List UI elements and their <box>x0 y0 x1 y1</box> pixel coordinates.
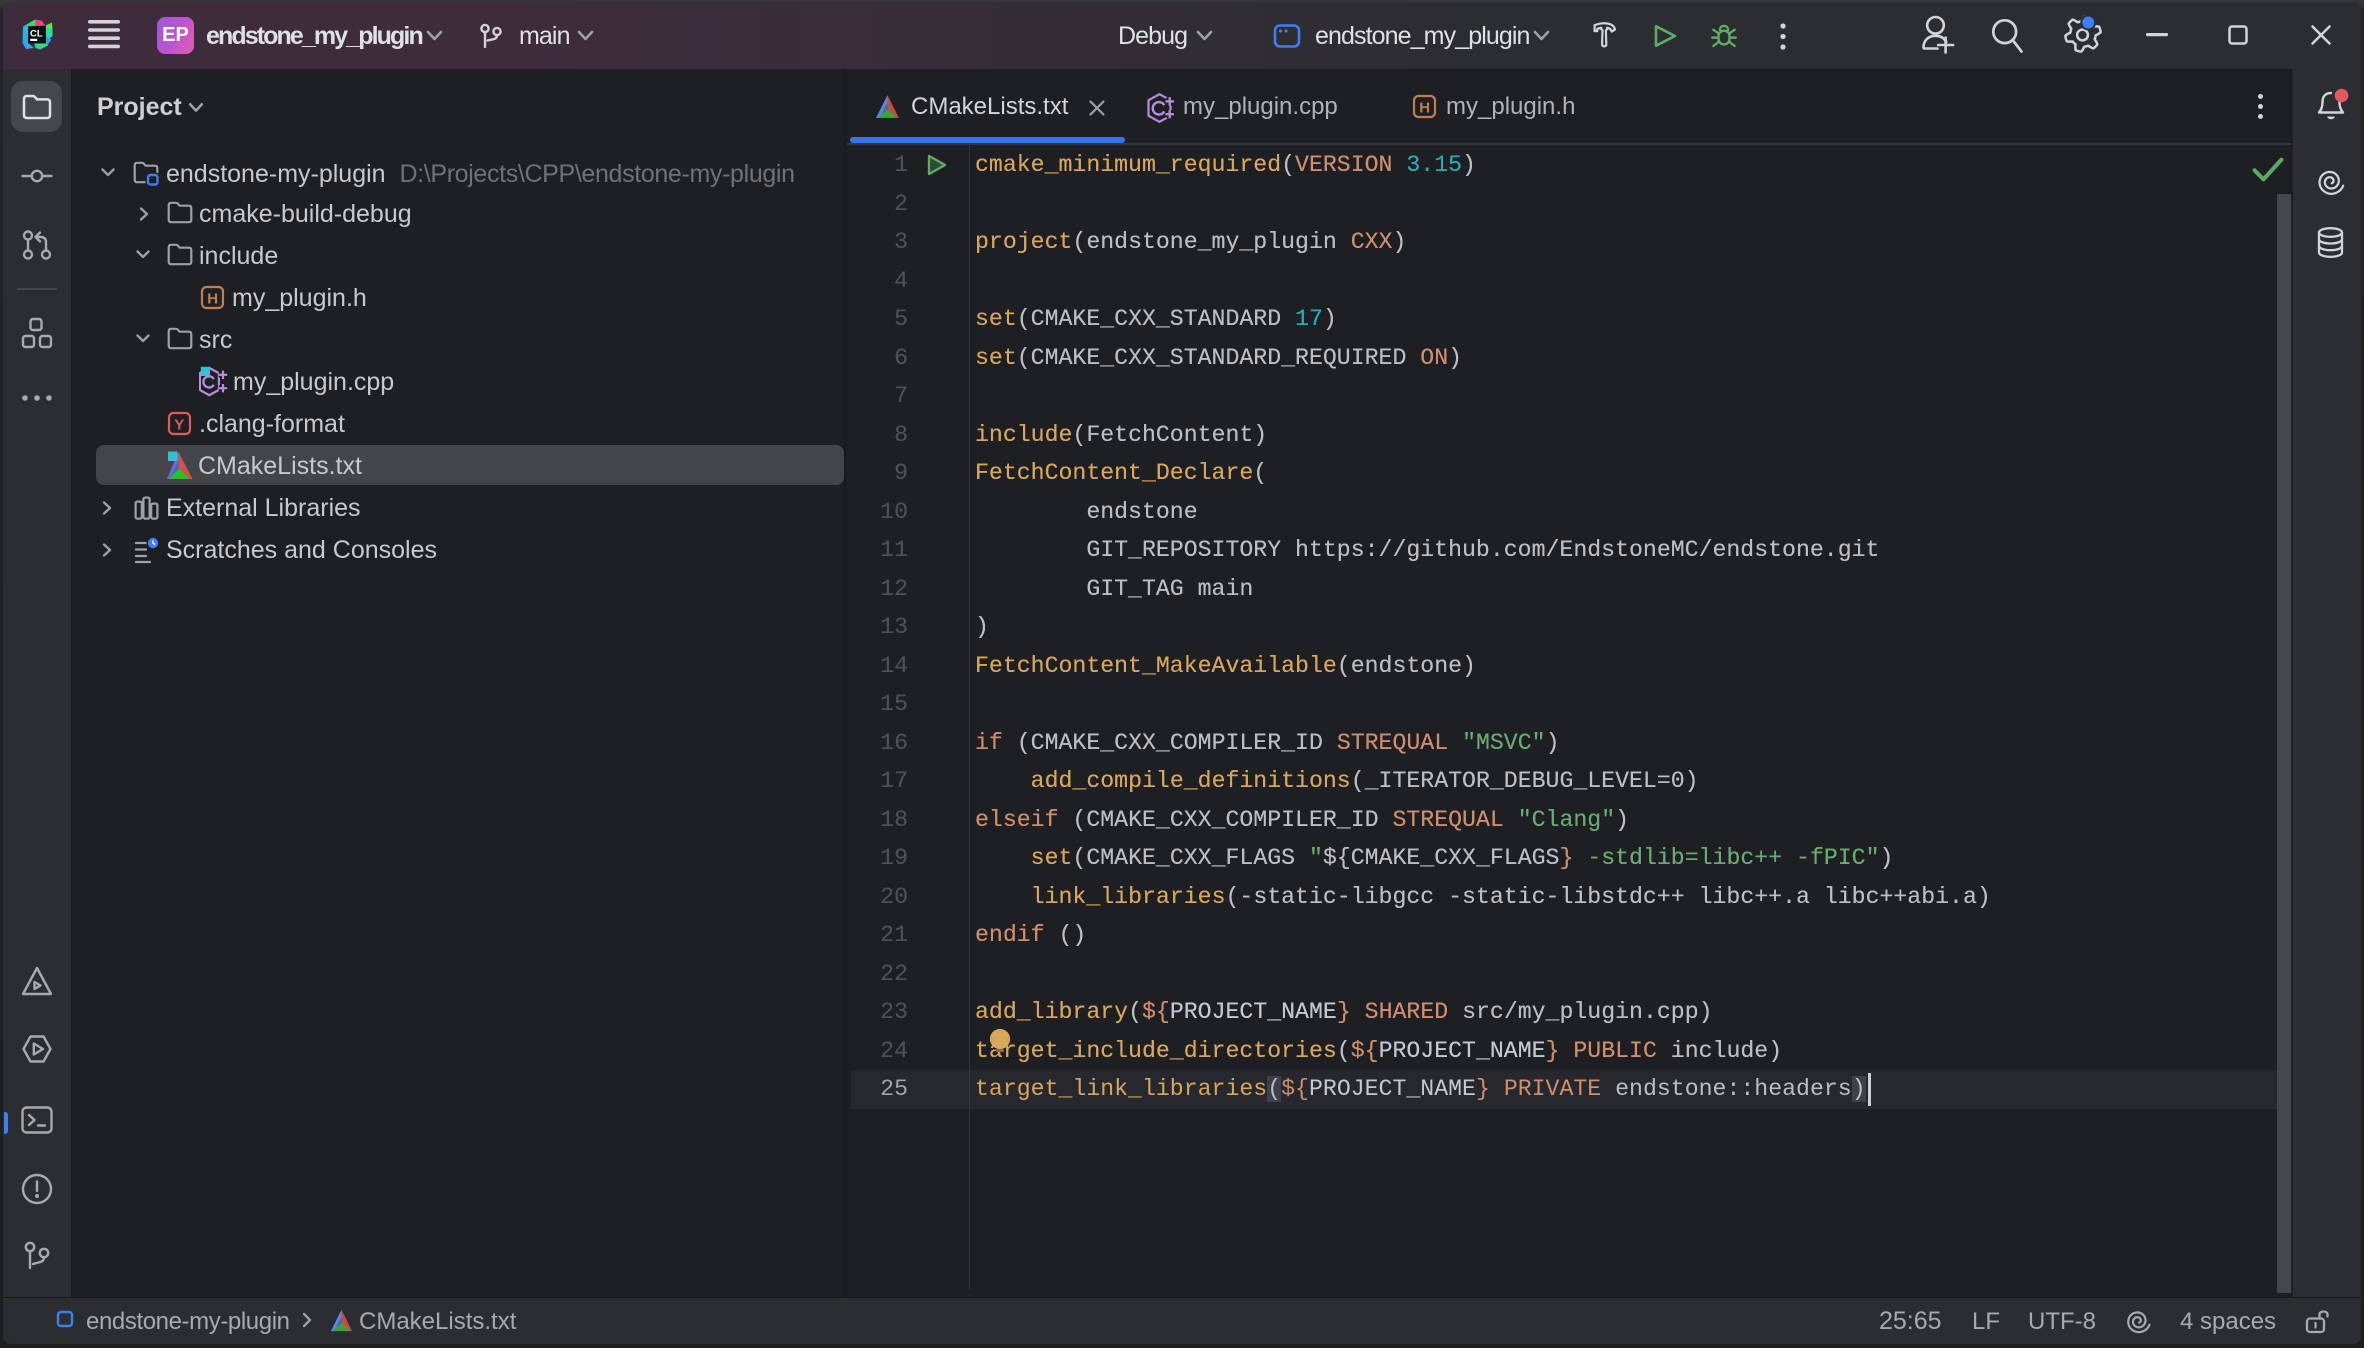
svg-text:H: H <box>1419 99 1430 116</box>
svg-text:Y: Y <box>174 416 184 433</box>
svg-text:H: H <box>207 290 218 307</box>
svg-text:CL: CL <box>30 29 43 40</box>
